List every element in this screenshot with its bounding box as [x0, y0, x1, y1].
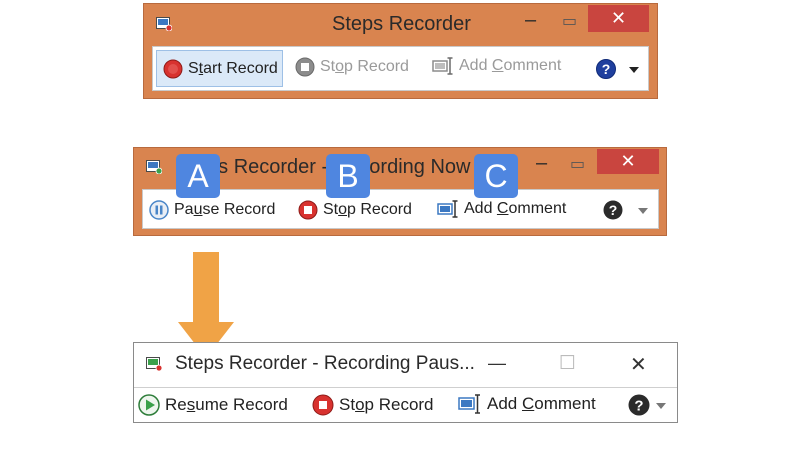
add-comment-button[interactable]: Add Comment: [458, 394, 596, 414]
title-bar[interactable]: Steps Recorder – ▭ ✕: [144, 4, 657, 46]
window-title: Steps Recorder - Recording Paus...: [175, 353, 475, 374]
help-icon[interactable]: ?: [628, 394, 650, 416]
start-record-button[interactable]: Start Record: [156, 50, 283, 87]
comment-icon: [458, 394, 480, 414]
comment-icon: [437, 200, 458, 218]
stop-record-button[interactable]: Stop Record: [295, 57, 409, 77]
window-title: Steps Recorder - Recording Now: [177, 156, 471, 178]
maximize-button[interactable]: ☐: [559, 352, 576, 375]
callout-c: C: [474, 154, 518, 198]
stop-record-label: Stop Record: [339, 395, 434, 414]
stop-icon: [298, 200, 318, 220]
minimize-button[interactable]: —: [488, 353, 506, 374]
stop-record-button[interactable]: Stop Record: [312, 394, 434, 416]
stop-icon: [295, 57, 315, 77]
close-button[interactable]: ✕: [630, 352, 647, 377]
callout-b: B: [326, 154, 370, 198]
stop-icon: [312, 394, 334, 416]
maximize-button[interactable]: ▭: [562, 11, 577, 31]
help-icon[interactable]: ?: [596, 59, 616, 79]
help-icon[interactable]: ?: [603, 200, 623, 220]
resume-record-button[interactable]: Resume Record: [138, 394, 288, 416]
add-comment-label: Add Comment: [487, 394, 596, 413]
dropdown-arrow-icon[interactable]: [638, 208, 648, 214]
minimize-button[interactable]: –: [536, 152, 547, 175]
record-icon: [163, 59, 183, 78]
play-icon: [138, 394, 160, 416]
svg-text:?: ?: [609, 202, 618, 218]
add-comment-button[interactable]: Add Comment: [437, 200, 566, 218]
toolbar: Start Record Stop Record Add Comment ?: [152, 46, 649, 91]
comment-icon: [432, 57, 453, 75]
minimize-button[interactable]: –: [525, 9, 536, 32]
stop-record-label: Stop Record: [323, 201, 412, 218]
add-comment-button[interactable]: Add Comment: [432, 57, 561, 75]
steps-recorder-window-idle: Steps Recorder – ▭ ✕ Start Record Stop R…: [143, 3, 658, 99]
window-title: Steps Recorder: [332, 13, 471, 35]
dropdown-arrow-icon[interactable]: [656, 403, 666, 409]
steps-recorder-app-icon: [156, 17, 172, 31]
steps-recorder-app-icon: [146, 357, 162, 371]
svg-text:?: ?: [602, 61, 611, 77]
start-record-label: Start Record: [188, 59, 278, 77]
dropdown-arrow-icon[interactable]: [629, 67, 639, 73]
pause-record-button[interactable]: Pause Record: [149, 200, 275, 220]
callout-a: A: [176, 154, 220, 198]
resume-record-label: Resume Record: [165, 395, 288, 414]
steps-recorder-window-paused: Steps Recorder - Recording Paus... — ☐ ✕…: [133, 342, 678, 423]
svg-text:?: ?: [634, 398, 643, 415]
pause-record-label: Pause Record: [174, 201, 276, 218]
pause-icon: [149, 200, 169, 220]
close-button[interactable]: ✕: [588, 5, 649, 32]
add-comment-label: Add Comment: [464, 200, 567, 217]
steps-recorder-app-icon: [146, 160, 162, 174]
stop-record-button[interactable]: Stop Record: [298, 200, 412, 220]
toolbar: Resume Record Stop Record Add Comment ?: [134, 388, 677, 422]
stop-record-label: Stop Record: [320, 58, 409, 75]
add-comment-label: Add Comment: [459, 57, 562, 74]
title-bar[interactable]: Steps Recorder - Recording Paus... — ☐ ✕: [134, 343, 677, 384]
maximize-button[interactable]: ▭: [570, 154, 585, 174]
close-button[interactable]: ✕: [597, 149, 659, 174]
